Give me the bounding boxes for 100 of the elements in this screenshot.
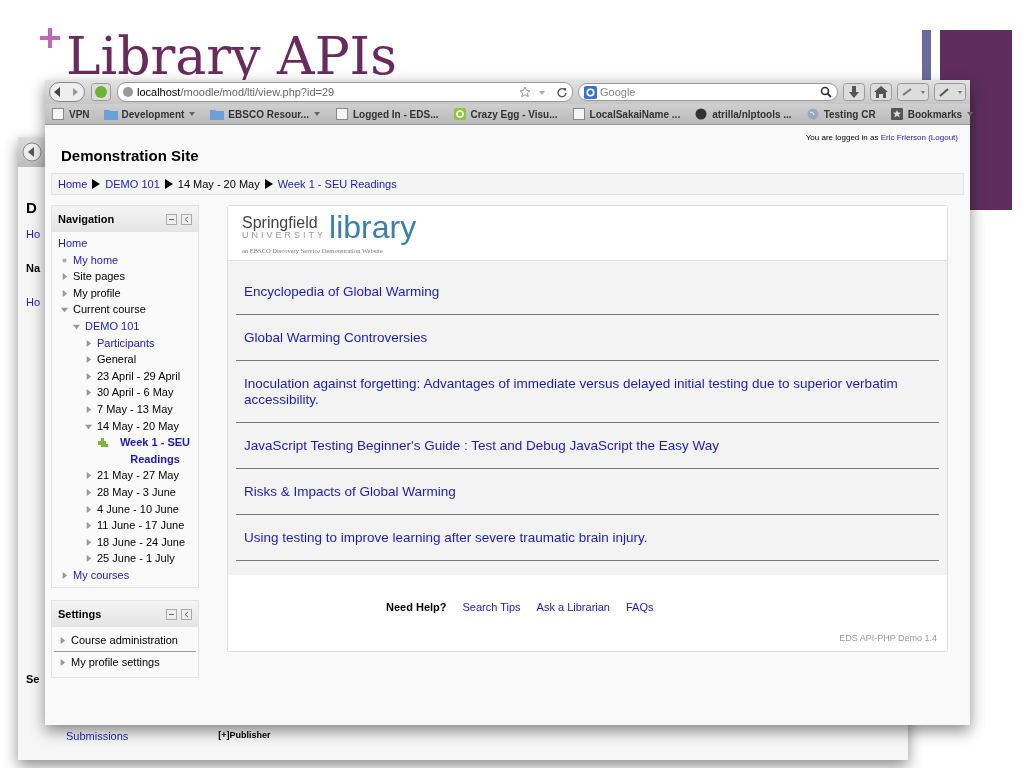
breadcrumb-link[interactable]: Home	[58, 178, 88, 190]
page-icon	[571, 108, 586, 120]
search-icon[interactable]	[820, 86, 832, 98]
user-link[interactable]: Eric Frierson	[880, 133, 926, 142]
nav-link[interactable]: Participants	[97, 334, 155, 352]
nav-link[interactable]: My courses	[73, 566, 130, 584]
bookmark[interactable]: Crazy Egg - Visu...	[452, 108, 558, 120]
collapsed-arrow-icon[interactable]	[60, 288, 69, 298]
bookmark[interactable]: atrilla/nlptools ...	[694, 108, 792, 120]
nav-item[interactable]: 25 June - 1 July	[97, 550, 175, 567]
bookmark[interactable]: Testing CR	[805, 108, 876, 120]
breadcrumb-text: 14 May - 20 May	[177, 178, 260, 190]
block-title: Na	[26, 262, 41, 274]
bookmark[interactable]: Logged In - EDS...	[334, 108, 439, 120]
collapsed-arrow-icon[interactable]	[84, 521, 93, 531]
collapsed-arrow-icon[interactable]	[84, 338, 93, 348]
collapsed-arrow-icon[interactable]	[58, 658, 67, 668]
address-bar[interactable]: localhost/moodle/mod/lti/view.php?id=29	[117, 82, 573, 102]
folder-icon	[210, 108, 225, 120]
bookmark[interactable]: VPN	[51, 108, 90, 120]
nav-link[interactable]: My home	[73, 251, 119, 269]
caret-icon[interactable]	[312, 111, 321, 117]
block-controls-icon[interactable]	[166, 213, 192, 225]
back-icon[interactable]	[22, 142, 42, 162]
link[interactable]: Submissions	[66, 730, 129, 742]
slide-title: Library APIs	[66, 30, 397, 82]
collapsed-arrow-icon[interactable]	[60, 570, 69, 580]
collapsed-arrow-icon[interactable]	[84, 471, 93, 481]
bookmark[interactable]: LocalSakaiName ...	[571, 108, 681, 120]
separator-icon	[164, 179, 173, 189]
block-title: Settings	[58, 608, 102, 621]
separator-icon	[92, 179, 101, 189]
block-controls-icon[interactable]	[166, 608, 192, 620]
nav-item[interactable]: 30 April - 6 May	[97, 384, 174, 401]
collapsed-arrow-icon[interactable]	[84, 554, 93, 564]
collapsed-arrow-icon[interactable]	[84, 537, 93, 547]
block-title: Navigation	[58, 213, 115, 225]
collapsed-arrow-icon[interactable]	[60, 272, 69, 282]
nav-link[interactable]: Home	[58, 235, 88, 252]
ring-icon	[452, 108, 467, 120]
breadcrumb-link[interactable]: Week 1 - SEU Readings	[277, 178, 397, 190]
nav-item[interactable]: 4 June - 10 June	[97, 500, 179, 518]
result-link[interactable]: Risks & Impacts of Global Warming	[244, 484, 931, 501]
nav-item[interactable]: 11 June - 17 June	[97, 517, 185, 534]
nav-item[interactable]: My profile	[73, 284, 121, 302]
block-title: Se	[26, 673, 40, 685]
label: [+]Publisher	[218, 730, 271, 742]
nav-item[interactable]: 23 April - 29 April	[97, 367, 181, 385]
back-forward-button[interactable]	[49, 82, 85, 102]
separator-icon	[264, 179, 273, 189]
bookmark[interactable]: EBSCO Resour...	[210, 108, 321, 120]
bookmark[interactable]: Development	[103, 108, 197, 120]
nav-item[interactable]: 14 May - 20 May	[97, 417, 179, 435]
nav-link[interactable]: DEMO 101	[85, 317, 140, 335]
star-icon	[889, 108, 904, 120]
help-link[interactable]: FAQs	[626, 601, 654, 614]
help-link[interactable]: Search Tips	[462, 601, 521, 614]
breadcrumb-link[interactable]: DEMO 101	[105, 178, 160, 190]
nav-link[interactable]: Week 1 - SEU Readings	[114, 434, 196, 468]
nav-item[interactable]: 21 May - 27 May	[97, 467, 179, 484]
result-link[interactable]: Inoculation against forgetting: Advantages of immediate versus delayed initial testing due to superior verbatim accessibility.	[244, 376, 931, 409]
search-input[interactable]: Google	[600, 86, 817, 98]
logout-link[interactable]: (Logout)	[928, 133, 958, 142]
bookmarks-menu[interactable]: Bookmarks	[889, 108, 975, 120]
link[interactable]: Ho	[26, 296, 41, 308]
folder-icon	[103, 108, 118, 120]
nav-item[interactable]: My profile settings	[71, 654, 160, 671]
home-icon[interactable]	[870, 83, 892, 101]
collapsed-arrow-icon[interactable]	[84, 487, 93, 497]
result-link[interactable]: JavaScript Testing Beginner's Guide : Test and Debug JavaScript the Easy Way	[244, 438, 931, 455]
nav-item[interactable]: 28 May - 3 June	[97, 483, 176, 501]
nav-item[interactable]: Course administration	[71, 632, 178, 650]
url-text: localhost/moodle/mod/lti/view.php?id=29	[137, 86, 336, 98]
expanded-arrow-icon[interactable]	[60, 305, 69, 315]
collapsed-arrow-icon[interactable]	[84, 371, 93, 381]
site-title: Demonstration Site	[61, 147, 199, 164]
collapsed-arrow-icon[interactable]	[84, 355, 93, 365]
dot-icon	[694, 108, 709, 120]
result-link[interactable]: Global Warming Controversies	[244, 330, 931, 347]
nav-item[interactable]: General	[97, 351, 137, 368]
result-link[interactable]: Encyclopedia of Global Warming	[244, 284, 931, 301]
result-link[interactable]: Using testing to improve learning after severe traumatic brain injury.	[244, 530, 931, 547]
collapsed-arrow-icon[interactable]	[84, 504, 93, 514]
caret-icon[interactable]	[188, 111, 197, 117]
puzzle-icon	[96, 435, 110, 450]
collapsed-arrow-icon[interactable]	[84, 404, 93, 414]
google-icon	[584, 85, 597, 99]
nav-item[interactable]: 7 May - 13 May	[97, 400, 173, 418]
login-info: You are logged in as Eric Frierson (Logout)	[805, 133, 958, 142]
collapsed-arrow-icon[interactable]	[58, 636, 67, 646]
nav-item[interactable]: Current course	[73, 301, 146, 318]
search-field[interactable]: Google	[578, 83, 838, 101]
collapsed-arrow-icon[interactable]	[84, 388, 93, 398]
caret-icon[interactable]	[966, 111, 975, 117]
nav-item[interactable]: Site pages	[73, 268, 125, 285]
download-icon[interactable]	[843, 83, 865, 101]
reload-icon[interactable]	[556, 86, 568, 98]
link[interactable]: Ho	[26, 228, 41, 240]
nav-item[interactable]: 18 June - 24 June	[97, 533, 186, 551]
help-link[interactable]: Ask a Librarian	[536, 601, 610, 614]
